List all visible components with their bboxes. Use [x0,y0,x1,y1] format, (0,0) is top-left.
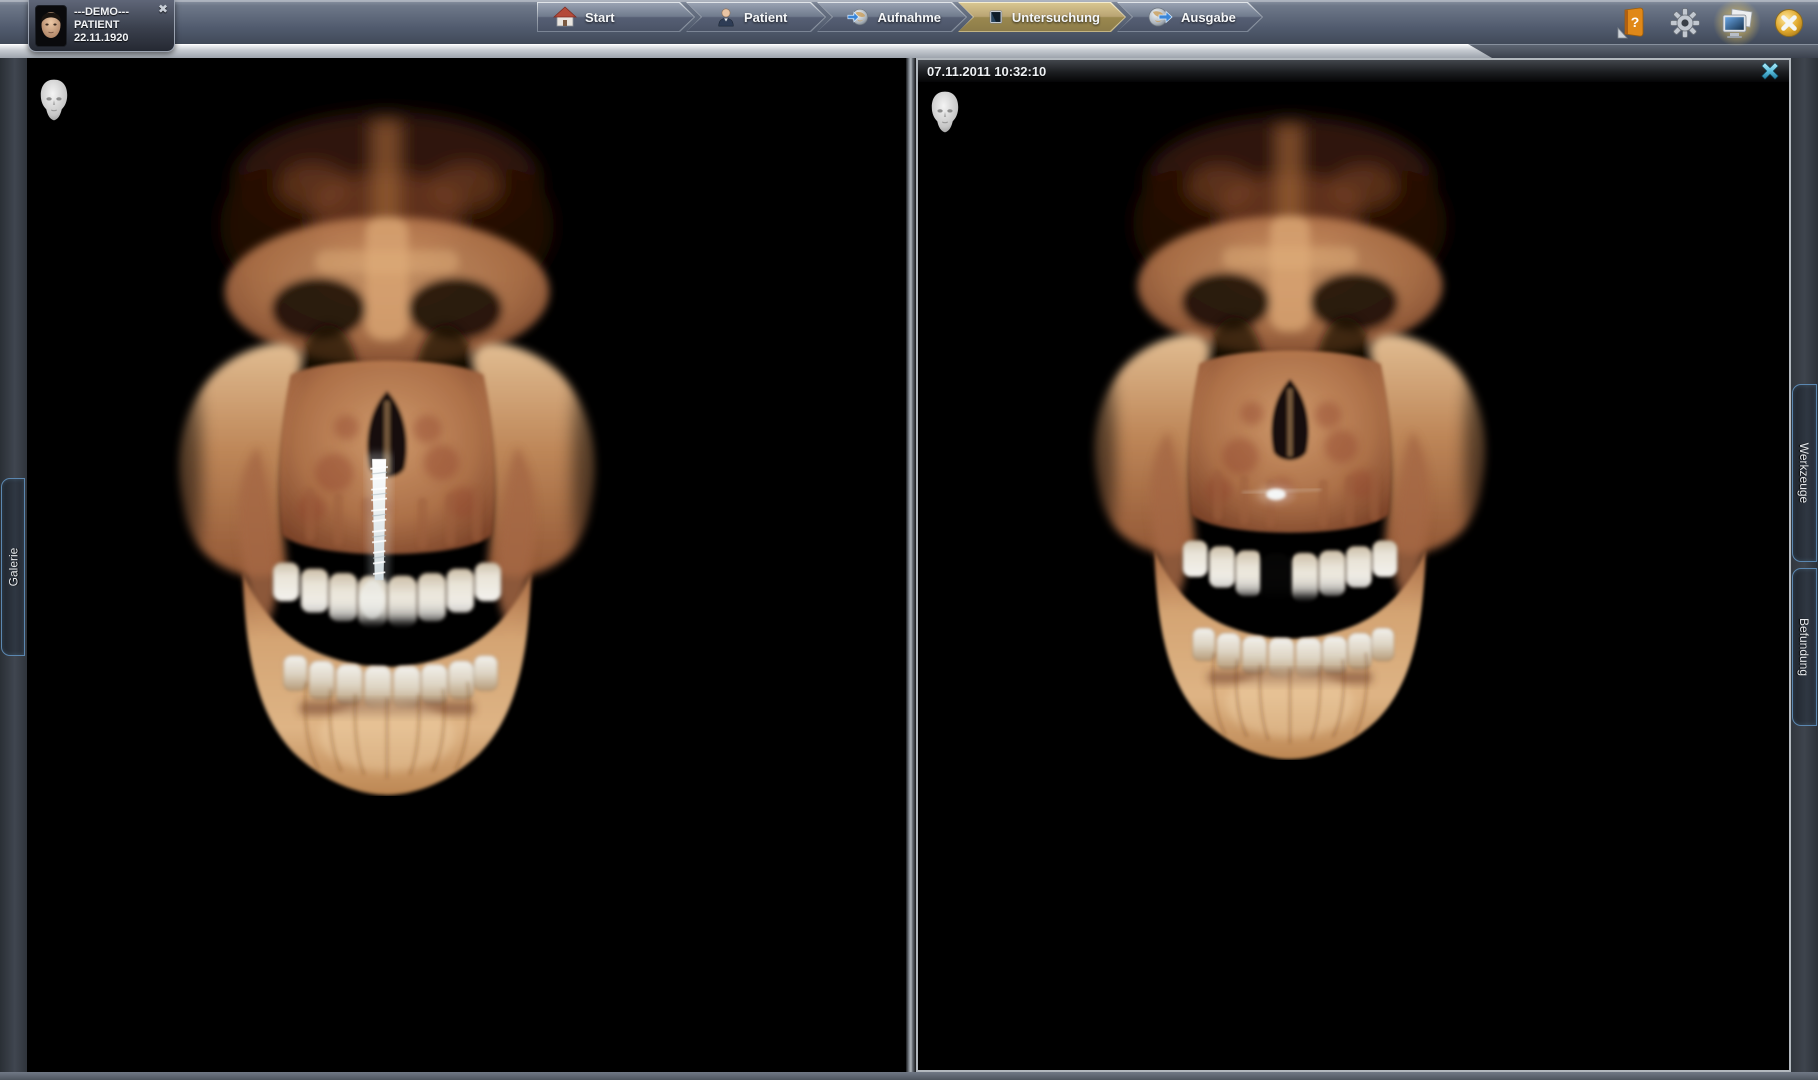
nav-tab-untersuchung[interactable]: Untersuchung [958,2,1126,32]
patient-name-line2: PATIENT [74,19,129,32]
nav-tab-label: Untersuchung [1012,10,1100,25]
nav-tab-label: Start [585,10,615,25]
orientation-head-icon[interactable] [37,78,71,122]
sidebar-tab-galerie[interactable]: Galerie [1,478,25,656]
skull-render-missing-tooth [1034,100,1546,760]
sidebar-tab-befundung[interactable]: Befundung [1792,568,1817,726]
maximize-icon[interactable] [1760,61,1780,81]
screen-icon [988,6,1004,28]
nav-tab-label: Aufnahme [877,10,941,25]
settings-gear-icon [1669,7,1701,39]
header-band-silver [0,44,1492,58]
orientation-head-icon[interactable] [928,90,962,134]
globe-import-icon [847,6,869,28]
scan-timestamp: 07.11.2011 10:32:10 [927,64,1046,79]
status-strip [0,1072,1818,1080]
question-glyph: ? [1631,14,1640,30]
sidebar-tab-werkzeuge[interactable]: Werkzeuge [1792,384,1817,562]
nav-tab-label: Patient [744,10,787,25]
viewport-splitter[interactable] [906,58,916,1072]
sidebar-tab-label: Befundung [1798,618,1812,676]
application-window: Start Patient [0,0,1818,1080]
help-button[interactable]: ? [1614,4,1652,42]
patient-banner[interactable]: ---DEMO--- PATIENT 22.11.1920 ✖ [28,0,175,52]
nav-tab-ausgabe[interactable]: Ausgabe [1117,2,1263,32]
viewport-title-bar: 07.11.2011 10:32:10 [918,60,1789,82]
help-book-icon: ? [1616,6,1650,40]
nav-tab-label: Ausgabe [1181,10,1236,25]
nav-tab-start[interactable]: Start [537,2,695,32]
header-band-right [1462,44,1818,58]
person-icon [716,6,736,28]
skull-render-with-implant [115,94,659,796]
workspace-monitor-icon [1719,6,1755,40]
patient-name-line1: ---DEMO--- [74,6,129,19]
patient-birthdate: 22.11.1920 [74,32,129,45]
sidebar-tab-label: Galerie [6,548,20,587]
workspace-switch-button[interactable] [1718,4,1756,42]
workflow-nav: Start Patient [537,2,1263,32]
globe-export-icon [1147,6,1173,28]
settings-button[interactable] [1666,4,1704,42]
right-panel-strip [1791,58,1818,1072]
patient-avatar [35,5,67,47]
toolbar: ? [1614,4,1808,42]
exit-icon [1773,7,1805,39]
viewport-left-3d-render[interactable] [27,58,906,1072]
home-icon [553,6,577,28]
top-bar: Start Patient [0,0,1818,58]
nav-tab-patient[interactable]: Patient [686,2,826,32]
exit-button[interactable] [1770,4,1808,42]
sidebar-tab-label: Werkzeuge [1798,443,1812,503]
nav-tab-aufnahme[interactable]: Aufnahme [817,2,967,32]
patient-close-icon[interactable]: ✖ [158,3,168,15]
viewport-right-3d-render[interactable]: 07.11.2011 10:32:10 [916,58,1791,1072]
